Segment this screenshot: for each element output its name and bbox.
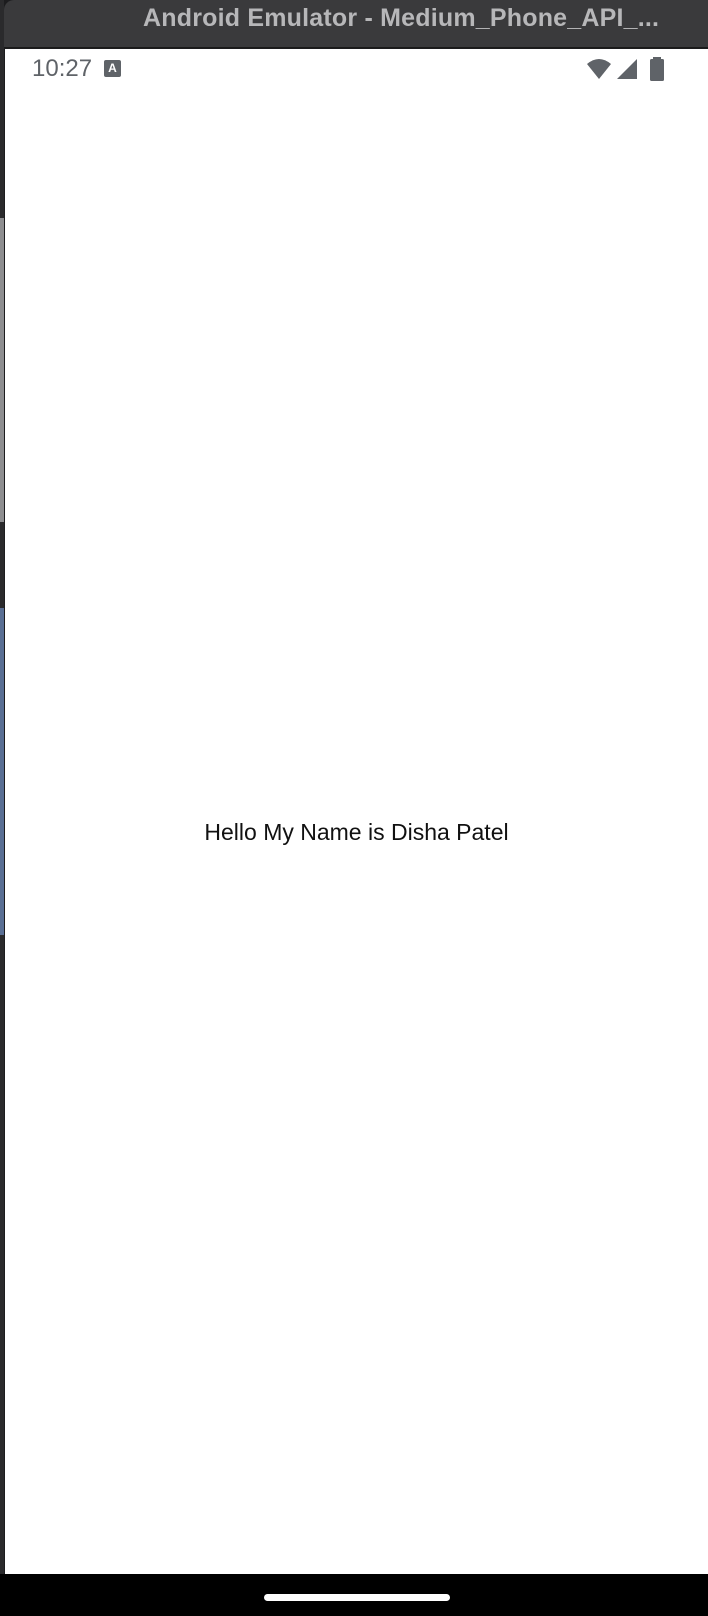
emulator-window: Android Emulator - Medium_Phone_API_... … [0, 0, 708, 1616]
battery-icon [650, 57, 664, 81]
phone-screen: 10:27 A Hello My Name is Disha Patel [5, 49, 708, 1574]
system-icons [586, 57, 666, 81]
status-bar: 10:27 A [5, 49, 708, 89]
window-title: Android Emulator - Medium_Phone_API_... [143, 4, 660, 32]
cellular-signal-icon [617, 59, 637, 79]
home-gesture-handle[interactable] [264, 1594, 450, 1601]
window-title-bar[interactable]: Android Emulator - Medium_Phone_API_... [4, 0, 708, 48]
status-clock: 10:27 [32, 55, 93, 82]
wifi-icon [587, 59, 611, 79]
background-window-edge-segment [0, 218, 4, 522]
background-window-edge-segment [0, 608, 4, 935]
background-window-edge [0, 0, 4, 1616]
a-notification-icon: A [104, 60, 121, 77]
navigation-bar [0, 1574, 708, 1616]
greeting-text: Hello My Name is Disha Patel [204, 819, 509, 845]
